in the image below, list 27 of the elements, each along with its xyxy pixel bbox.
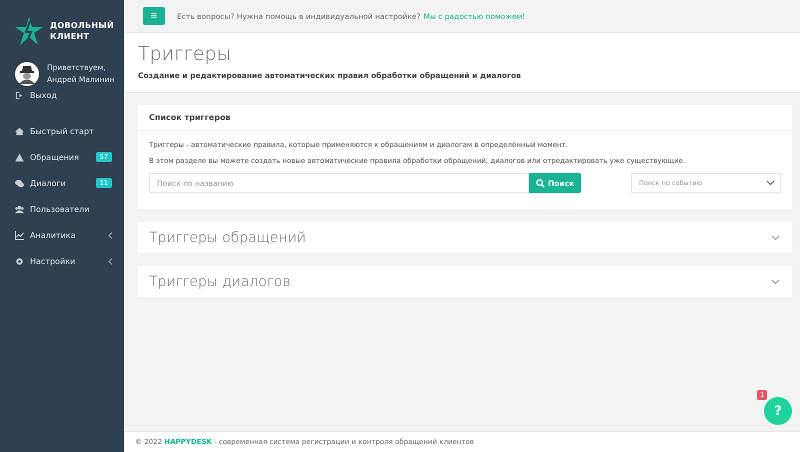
logout-icon: [15, 90, 24, 100]
chevron-icon: [108, 258, 113, 264]
menu-item[interactable]: Аналитика: [0, 222, 124, 248]
avatar-icon: [15, 62, 39, 86]
chevron-down-icon: [766, 180, 775, 186]
warning-icon: [15, 152, 24, 162]
logo-text: ДОВОЛЬНЫЙ КЛИЕНТ: [50, 20, 114, 42]
page-title: Триггеры: [138, 43, 232, 65]
chevron-icon: [771, 234, 780, 240]
chart-icon: [15, 230, 24, 240]
star-logo-icon: [14, 16, 44, 46]
logout-link[interactable]: Выход: [0, 86, 124, 104]
collapsible-panel[interactable]: Триггеры диалогов: [138, 266, 792, 297]
chevron-icon: [771, 278, 780, 284]
menu-item[interactable]: Быстрый старт: [0, 118, 124, 144]
home-icon: [15, 126, 24, 136]
search-icon: [536, 178, 545, 188]
panel-title: Триггеры обращений: [149, 230, 306, 246]
menu-item[interactable]: Пользователи: [0, 196, 124, 222]
panel-title: Триггеры диалогов: [149, 274, 291, 290]
menu-item[interactable]: Настройки: [0, 248, 124, 274]
chevron-icon: [108, 232, 113, 238]
card-title: Список триггеров: [138, 105, 792, 131]
collapsible-panel[interactable]: Триггеры обращений: [138, 222, 792, 253]
users-icon: [15, 204, 24, 214]
gear-icon: [15, 256, 24, 266]
chat-icon: [15, 178, 24, 188]
